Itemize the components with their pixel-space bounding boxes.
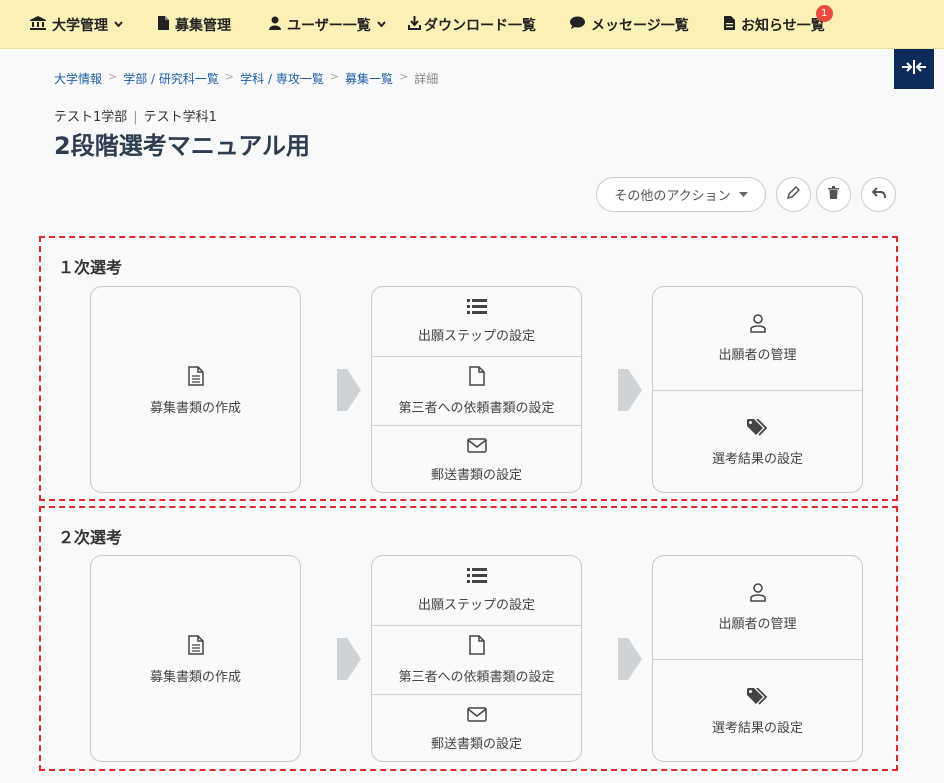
applicants-cell[interactable]: 出願者の管理	[653, 287, 862, 390]
create-docs-label: 募集書類の作成	[149, 400, 241, 416]
results-label: 選考結果の設定	[711, 720, 803, 736]
stage-title: ２次選考	[58, 528, 123, 547]
create-docs-cell[interactable]: 募集書類の作成	[91, 287, 300, 492]
flow-arrow	[618, 369, 642, 411]
caret-down-icon	[738, 190, 748, 200]
breadcrumb-current: 詳細	[414, 72, 439, 86]
nav-users-menu[interactable]: ユーザー一覧	[269, 0, 386, 49]
breadcrumb-separator: >	[108, 70, 118, 83]
nav-recruit[interactable]: 募集管理	[158, 0, 231, 49]
flow-arrow	[337, 369, 361, 411]
results-cell[interactable]: 選考結果の設定	[653, 390, 862, 492]
nav-recruit-label: 募集管理	[175, 17, 231, 34]
page-subtitle: テスト1学部 | テスト学科1	[54, 106, 217, 125]
user-icon	[749, 583, 766, 606]
comment-icon	[570, 16, 585, 33]
flow-arrow	[618, 638, 642, 680]
nav-users-label: ユーザー一覧	[287, 17, 371, 34]
create-docs-label: 募集書類の作成	[149, 669, 241, 685]
file-text-icon	[187, 634, 204, 659]
faculty-name: テスト1学部	[54, 110, 128, 125]
mail-docs-cell[interactable]: 郵送書類の設定	[372, 425, 581, 492]
nav-notices-label: お知らせ一覧	[741, 17, 825, 34]
mail-docs-label: 郵送書類の設定	[430, 467, 522, 483]
institution-icon	[30, 15, 46, 34]
settings-card: 出願ステップの設定 第三者への依頼書類の設定 郵送書類の設定	[371, 286, 582, 493]
nav-univ-menu[interactable]: 大学管理	[30, 0, 123, 49]
third-party-docs-cell[interactable]: 第三者への依頼書類の設定	[372, 625, 581, 694]
envelope-icon	[466, 706, 487, 726]
page-title: 2段階選考マニュアル用	[54, 132, 310, 160]
breadcrumb-link-faculties[interactable]: 学部 / 研究科一覧	[123, 70, 219, 87]
breadcrumb-separator: >	[329, 70, 340, 83]
breadcrumb-separator: >	[224, 70, 235, 83]
third-party-docs-label: 第三者への依頼書類の設定	[398, 670, 555, 685]
nav-univ-label: 大学管理	[52, 17, 108, 34]
edit-button[interactable]	[776, 177, 811, 212]
envelope-icon	[466, 437, 487, 457]
chevron-down-icon	[376, 19, 386, 30]
other-actions-dropdown[interactable]: その他のアクション	[596, 177, 766, 212]
settings-card: 出願ステップの設定 第三者への依頼書類の設定 郵送書類の設定	[371, 555, 582, 762]
stage-section-2: ２次選考 募集書類の作成 出願ステップの設定 第三者への依頼書類の設定 郵送書類…	[39, 506, 898, 771]
reply-icon	[871, 186, 886, 203]
nav-notices[interactable]: お知らせ一覧 1	[724, 0, 833, 49]
back-button[interactable]	[861, 177, 896, 212]
breadcrumb: 大学情報 > 学部 / 研究科一覧 > 学科 / 専攻一覧 > 募集一覧 > 詳…	[54, 70, 438, 87]
file-icon	[468, 635, 485, 659]
download-icon	[408, 15, 421, 34]
compress-arrows-icon	[901, 59, 927, 79]
file-icon	[158, 15, 169, 34]
breadcrumb-link-univ-info[interactable]: 大学情報	[54, 70, 102, 87]
department-name: テスト学科1	[143, 110, 217, 125]
nav-downloads[interactable]: ダウンロード一覧	[408, 0, 536, 49]
user-icon	[749, 314, 766, 337]
mail-docs-cell[interactable]: 郵送書類の設定	[372, 694, 581, 761]
chevron-down-icon	[114, 19, 123, 30]
notification-badge: 1	[815, 5, 833, 22]
top-navbar: 大学管理 募集管理 ユーザー一覧 ダウンロード一覧 メッセージ一覧 お知らせ一覧…	[0, 0, 944, 49]
management-card: 出願者の管理 選考結果の設定	[652, 555, 863, 762]
nav-messages[interactable]: メッセージ一覧	[570, 0, 689, 49]
applicants-cell[interactable]: 出願者の管理	[653, 556, 862, 659]
pencil-icon	[786, 185, 801, 203]
create-docs-card[interactable]: 募集書類の作成	[90, 555, 301, 762]
trash-icon	[828, 186, 839, 203]
flow-arrow	[337, 638, 361, 680]
results-label: 選考結果の設定	[711, 451, 803, 467]
breadcrumb-link-recruitments[interactable]: 募集一覧	[345, 70, 393, 87]
file-text-icon	[724, 15, 735, 34]
tags-icon	[747, 417, 768, 441]
stage-section-1: １次選考 募集書類の作成 出願ステップの設定 第三者への依頼書類の設定 郵送書類…	[39, 236, 898, 501]
other-actions-label: その他のアクション	[614, 189, 731, 204]
results-cell[interactable]: 選考結果の設定	[653, 659, 862, 761]
application-steps-label: 出願ステップの設定	[417, 329, 535, 344]
application-steps-label: 出願ステップの設定	[417, 598, 535, 613]
third-party-docs-cell[interactable]: 第三者への依頼書類の設定	[372, 356, 581, 425]
third-party-docs-label: 第三者への依頼書類の設定	[398, 401, 555, 416]
breadcrumb-separator: >	[399, 70, 409, 83]
create-docs-cell[interactable]: 募集書類の作成	[91, 556, 300, 761]
mail-docs-label: 郵送書類の設定	[430, 736, 522, 752]
application-steps-cell[interactable]: 出願ステップの設定	[372, 287, 581, 356]
user-icon	[269, 16, 281, 34]
applicants-label: 出願者の管理	[718, 348, 797, 363]
file-icon	[468, 366, 485, 390]
collapse-toggle-button[interactable]	[894, 49, 934, 89]
management-card: 出願者の管理 選考結果の設定	[652, 286, 863, 493]
applicants-label: 出願者の管理	[718, 617, 797, 632]
divider: |	[133, 110, 138, 125]
delete-button[interactable]	[816, 177, 851, 212]
application-steps-cell[interactable]: 出願ステップの設定	[372, 556, 581, 625]
list-icon	[466, 568, 487, 587]
file-text-icon	[187, 365, 204, 390]
nav-downloads-label: ダウンロード一覧	[424, 17, 536, 34]
stage-title: １次選考	[58, 258, 123, 277]
list-icon	[466, 299, 487, 318]
nav-messages-label: メッセージ一覧	[591, 17, 689, 34]
create-docs-card[interactable]: 募集書類の作成	[90, 286, 301, 493]
tags-icon	[747, 686, 768, 710]
breadcrumb-link-departments[interactable]: 学科 / 専攻一覧	[240, 70, 324, 87]
